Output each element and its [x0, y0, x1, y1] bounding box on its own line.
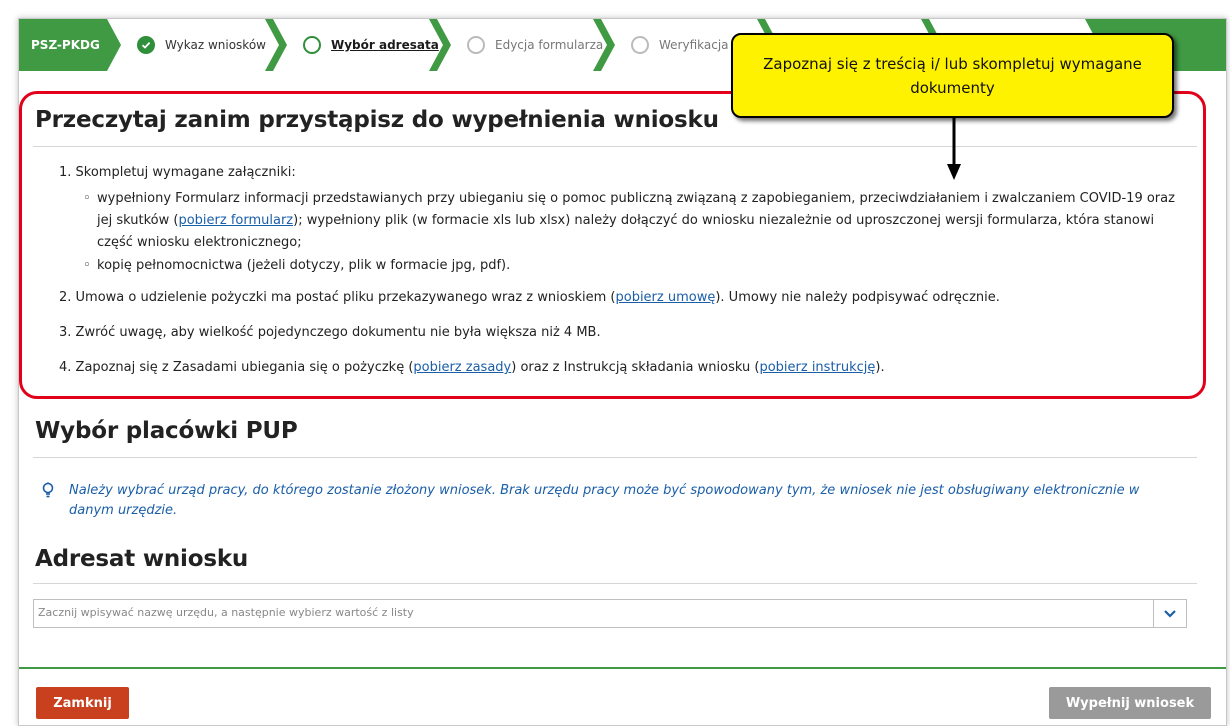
form-code: PSZ-PKDG	[31, 38, 100, 52]
pup-section-title: Wybór placówki PUP	[35, 418, 298, 444]
dropdown-toggle[interactable]	[1153, 600, 1186, 627]
annotation-callout: Zapoznaj się z treścią i/ lub skompletuj…	[731, 33, 1174, 118]
item-text: ).	[875, 360, 885, 375]
step-edycja-formularza[interactable]: Edycja formularza	[437, 19, 607, 71]
divider	[33, 146, 1197, 147]
list-subitem-pelnomocnictwo: ◦ kopię pełnomocnictwa (jeżeli dotyczy, …	[83, 255, 1187, 277]
check-circle-icon	[137, 36, 155, 54]
circle-icon	[303, 36, 321, 54]
subitem-text: kopię pełnomocnictwa (jeżeli dotyczy, pl…	[97, 258, 511, 273]
list-item-3: 3. Zwróć uwagę, aby wielkość pojedynczeg…	[59, 325, 601, 340]
step-label: Edycja formularza	[495, 38, 604, 52]
list-subitem-formularz: ◦ wypełniony Formularz informacji przeds…	[83, 188, 1187, 254]
step-wykaz-wnioskow[interactable]: Wykaz wniosków	[107, 19, 279, 71]
item-text: 2. Umowa o udzielenie pożyczki ma postać…	[59, 290, 616, 305]
divider	[33, 457, 1197, 458]
step-label: Wybór adresata	[331, 38, 439, 52]
read-section-title: Przeczytaj zanim przystąpisz do wypełnie…	[35, 107, 719, 133]
chevron-down-icon	[1164, 609, 1176, 618]
select-placeholder: Zacznij wpisywać nazwę urzędu, a następn…	[38, 606, 414, 619]
lightbulb-icon	[42, 482, 54, 498]
footer-divider	[19, 667, 1226, 669]
arrow-down-icon	[947, 118, 961, 180]
download-form-link[interactable]: pobierz formularz	[178, 213, 293, 228]
step-wybor-adresata[interactable]: Wybór adresata	[273, 19, 443, 71]
application-window: PSZ-PKDG Wykaz wniosków Wybór adresata E…	[18, 18, 1227, 726]
bullet: ◦	[83, 258, 91, 273]
step-label: Wykaz wniosków	[165, 38, 266, 52]
circle-icon	[467, 36, 485, 54]
item-text: 4. Zapoznaj się z Zasadami ubiegania się…	[59, 360, 414, 375]
list-item-4: 4. Zapoznaj się z Zasadami ubiegania się…	[59, 357, 885, 379]
item-text: ). Umowy nie należy podpisywać odręcznie…	[715, 290, 1000, 305]
circle-icon	[631, 36, 649, 54]
fill-application-button[interactable]: Wypełnij wniosek	[1049, 687, 1211, 719]
callout-text: Zapoznaj się z treścią i/ lub skompletuj…	[763, 54, 1142, 97]
address-section-title: Adresat wniosku	[35, 546, 249, 572]
list-item-2: 2. Umowa o udzielenie pożyczki ma postać…	[59, 287, 1000, 309]
close-button[interactable]: Zamknij	[36, 687, 129, 719]
divider	[33, 583, 1197, 584]
list-item-1: 1. Skompletuj wymagane załączniki:	[59, 165, 296, 180]
office-select-input[interactable]: Zacznij wpisywać nazwę urzędu, a następn…	[33, 599, 1187, 628]
download-rules-link[interactable]: pobierz zasady	[413, 360, 511, 375]
download-agreement-link[interactable]: pobierz umowę	[615, 290, 715, 305]
info-text: Należy wybrać urząd pracy, do którego zo…	[69, 483, 1140, 518]
item-text: ) oraz z Instrukcją składania wniosku (	[511, 360, 760, 375]
bullet: ◦	[83, 191, 91, 206]
download-instructions-link[interactable]: pobierz instrukcję	[759, 360, 875, 375]
